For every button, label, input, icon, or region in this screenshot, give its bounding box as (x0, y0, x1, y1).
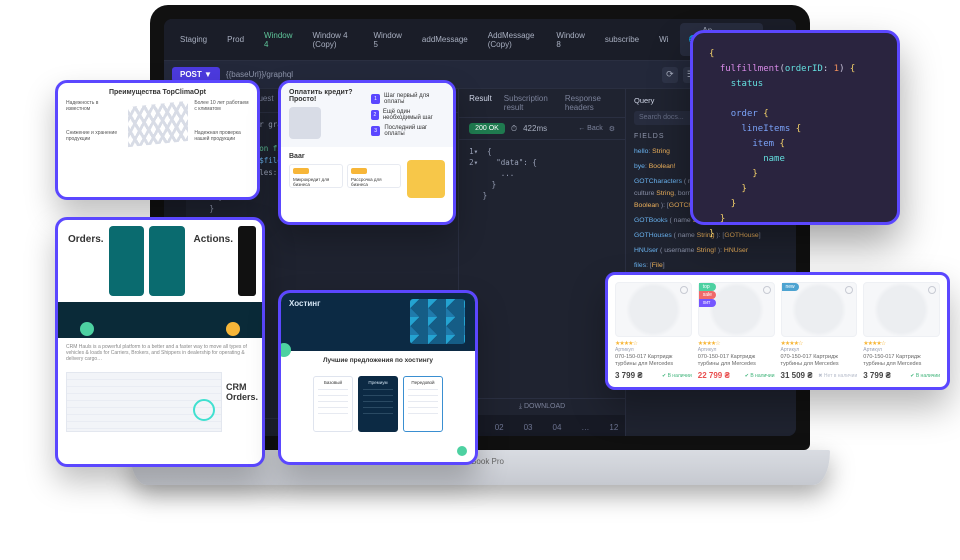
hosting-hero: Хостинг (281, 293, 475, 351)
stock-status: ✔ В наличии (662, 373, 692, 379)
response-time: 422ms (523, 124, 547, 133)
tab-addmessage-copy[interactable]: AddMessage (Copy) (480, 28, 545, 52)
tab-window5[interactable]: Window 5 (365, 28, 409, 52)
product-card[interactable]: top sale хит ★★★★☆ Артикул 070-150-017 К… (698, 282, 775, 380)
badge-top: top (699, 283, 716, 291)
favorite-icon[interactable] (680, 286, 688, 294)
response-tabs: Result Subscription result Response head… (459, 89, 625, 118)
rating-stars: ★★★★☆ (615, 340, 692, 347)
thumb-advantages: Преимущества TopClimaOpt Надежность в из… (55, 80, 260, 200)
thumb-credit: Оплатить кредит? Просто! 1Шаг первый для… (278, 80, 456, 225)
crm-blurb: CRM Hauls is a powerful platform to a be… (58, 338, 262, 368)
resp-tab-headers[interactable]: Response headers (565, 94, 615, 112)
product-name: 070-150-017 Картридж турбины для Mercede… (781, 354, 858, 368)
servers-isometric-icon (410, 299, 465, 344)
mini-card: Микрокредит для бизнеса (289, 164, 343, 188)
product-image (615, 282, 692, 337)
crm-table-preview (66, 372, 222, 432)
article-label: Артикул (615, 347, 692, 353)
clock-icon: ⏱ (511, 124, 517, 134)
product-price: 22 799 ₴ (698, 371, 730, 380)
highlight-circle-icon (193, 399, 215, 421)
resp-tab-subs[interactable]: Subscription result (504, 94, 553, 112)
tab-staging[interactable]: Staging (172, 32, 215, 47)
tab-addmessage[interactable]: addMessage (414, 32, 476, 47)
page-ellipsis: … (581, 423, 589, 432)
graphql-query-card: { fulfillment(orderID: 1) { status order… (690, 30, 900, 225)
product-image (863, 282, 940, 337)
rating-stars: ★★★★☆ (781, 340, 858, 347)
actions-label: Actions. (194, 234, 233, 245)
crm-orders-label: CRM Orders. (222, 368, 262, 432)
pricing-plans: Базовый Премиум Передовой (281, 370, 475, 438)
article-label: Артикул (781, 347, 858, 353)
product-name: 070-150-017 Картридж турбины для Mercede… (863, 354, 940, 368)
thumb-crm: Orders. Actions. CRM Hauls is a powerful… (55, 217, 265, 467)
product-card-strip: ★★★★☆ Артикул 070-150-017 Картридж турби… (605, 272, 950, 390)
badge-sale: sale (699, 291, 716, 299)
product-card[interactable]: ★★★★☆ Артикул 070-150-017 Картридж турби… (615, 282, 692, 380)
status-code: 200 OK (469, 123, 505, 134)
product-price: 3 799 ₴ (863, 371, 891, 380)
url-input[interactable]: {{baseUrl}}/graphql (226, 70, 293, 79)
tab-window8[interactable]: Window 8 (548, 28, 592, 52)
product-image: new (781, 282, 858, 337)
page-12[interactable]: 12 (609, 423, 618, 432)
stock-status: ✔ В наличии (745, 373, 775, 379)
t2-title: Оплатить кредит? Просто! (289, 89, 363, 103)
t2-baar: Baar (289, 153, 445, 160)
card-reader-icon (289, 107, 321, 139)
response-body[interactable]: 1▾ { 2▾ "data": { ... } } (459, 140, 625, 398)
rating-stars: ★★★★☆ (863, 340, 940, 347)
product-name: 070-150-017 Картридж турбины для Mercede… (698, 354, 775, 368)
download-button[interactable]: ⤓ DOWNLOAD (459, 398, 625, 415)
t4-subtitle: Лучшие предложения по хостингу (289, 357, 467, 364)
favorite-icon[interactable] (845, 286, 853, 294)
page-02[interactable]: 02 (495, 423, 504, 432)
panel-orders (109, 226, 144, 296)
tab-prod[interactable]: Prod (219, 32, 252, 47)
result-pagination: 01 02 03 04 … 12 (459, 415, 625, 436)
product-card[interactable]: new ★★★★☆ Артикул 070-150-017 Картридж т… (781, 282, 858, 380)
phone-mock (238, 226, 256, 296)
tab-wi[interactable]: Wi (651, 32, 676, 47)
badge-pick: хит (699, 299, 716, 307)
tab-window4-copy[interactable]: Window 4 (Copy) (305, 28, 362, 52)
article-label: Артикул (863, 347, 940, 353)
mini-card: Рассрочка для бизнеса (347, 164, 401, 188)
orders-label: Orders. (68, 234, 104, 245)
product-price: 31 509 ₴ (781, 371, 813, 380)
page-03[interactable]: 03 (524, 423, 533, 432)
response-pane: Result Subscription result Response head… (459, 89, 626, 436)
plan-premium[interactable]: Премиум (358, 376, 398, 432)
mini-card-hero (407, 160, 445, 198)
page-04[interactable]: 04 (553, 423, 562, 432)
product-price: 3 799 ₴ (615, 371, 643, 380)
product-card[interactable]: ★★★★☆ Артикул 070-150-017 Картридж турби… (863, 282, 940, 380)
dark-band (58, 302, 262, 338)
article-label: Артикул (698, 347, 775, 353)
plan-basic[interactable]: Базовый (313, 376, 353, 432)
stock-status: ✖ Нет в наличии (818, 373, 857, 379)
tab-subscribe[interactable]: subscribe (597, 32, 647, 47)
stock-status: ✔ В наличии (910, 373, 940, 379)
product-image: top sale хит (698, 282, 775, 337)
tab-window4[interactable]: Window 4 (256, 28, 300, 52)
rating-stars: ★★★★☆ (698, 340, 775, 347)
resp-tab-result[interactable]: Result (469, 94, 492, 112)
favorite-icon[interactable] (763, 286, 771, 294)
product-name: 070-150-017 Картридж турбины для Mercede… (615, 354, 692, 368)
isometric-boxes-icon (128, 101, 188, 147)
history-icon[interactable]: ⟳ (662, 67, 678, 83)
thumb-hosting: Хостинг Лучшие предложения по хостингу Б… (278, 290, 478, 465)
favorite-icon[interactable] (928, 286, 936, 294)
back-button[interactable]: ← Back (578, 125, 603, 133)
panel-orders (149, 226, 184, 296)
gear-icon[interactable]: ⚙ (609, 125, 615, 133)
t1-title: Преимущества TopClimaOpt (66, 89, 249, 96)
badge-new: new (782, 283, 799, 291)
plan-advanced[interactable]: Передовой (403, 376, 443, 432)
response-status-row: 200 OK ⏱ 422ms ← Back ⚙ (459, 118, 625, 140)
